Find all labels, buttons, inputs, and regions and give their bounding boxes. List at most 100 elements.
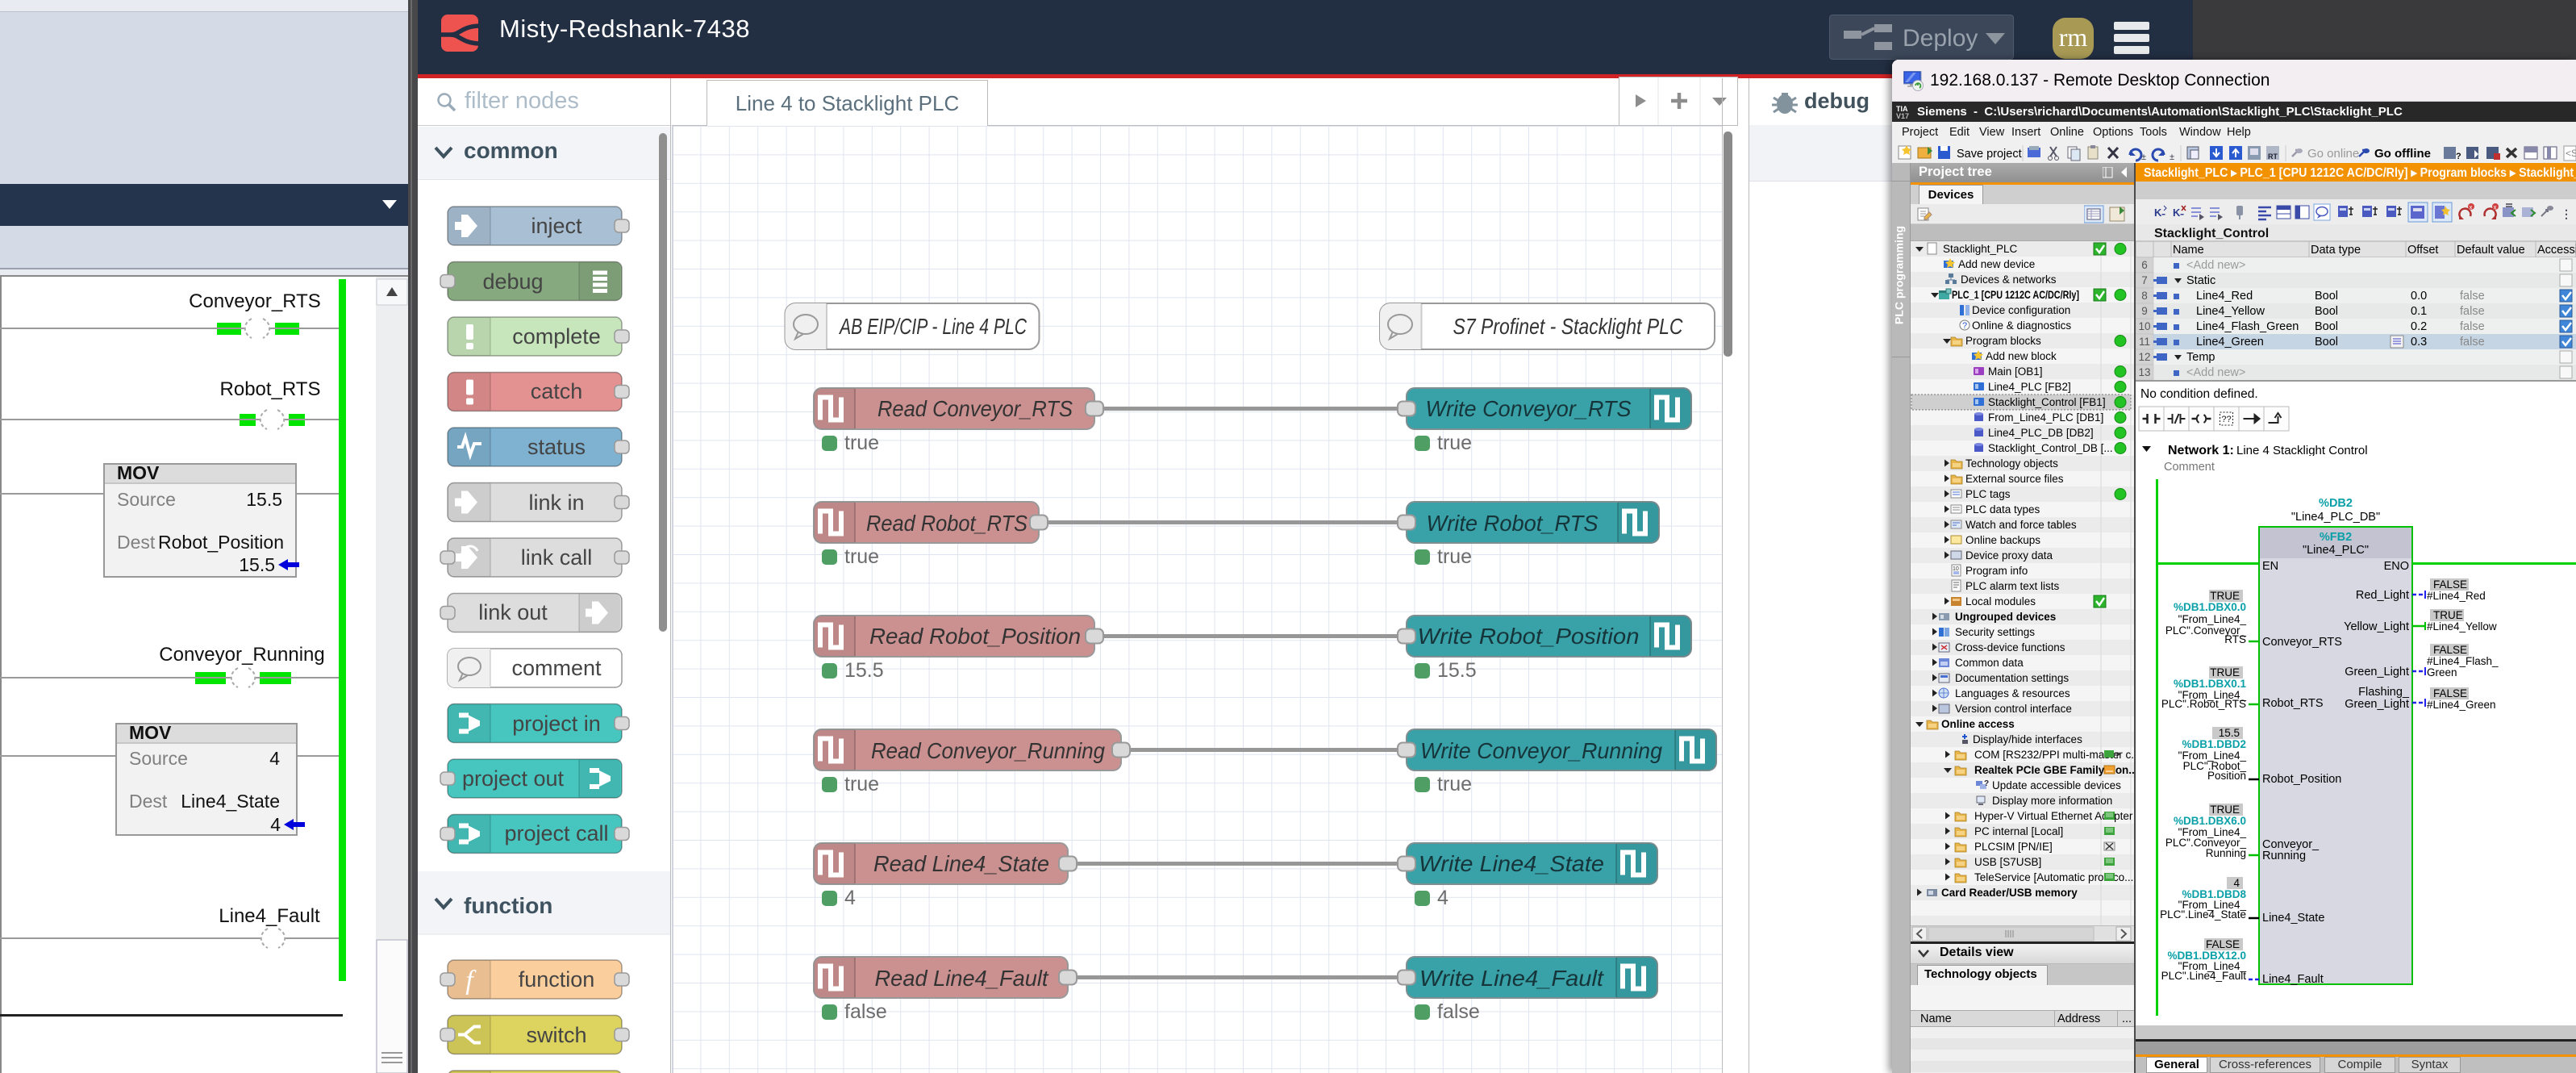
svg-text:Stacklight_Control_DB [...: Stacklight_Control_DB [... <box>1988 442 2113 454</box>
svg-text:RT: RT <box>2268 152 2278 161</box>
svg-text:Write Conveyor_RTS: Write Conveyor_RTS <box>1426 396 1632 421</box>
svg-text:Stacklight_PLC ▸ PLC_1 [CPU: Stacklight_PLC ▸ PLC_1 [CPU 1212C AC/DC/… <box>2144 166 2576 180</box>
svg-text:true: true <box>1437 432 1472 454</box>
svg-text:false: false <box>2460 336 2485 349</box>
svg-text:±: ± <box>2170 152 2174 162</box>
svg-text:Conveyor_Running: Conveyor_Running <box>159 644 324 666</box>
svg-text:Display more information: Display more information <box>1992 795 2112 807</box>
svg-text:Green_Light: Green_Light <box>2345 698 2409 711</box>
svg-text:ENO: ENO <box>2384 560 2409 573</box>
svg-text:project call: project call <box>504 821 608 845</box>
svg-text:K˗: K˗ <box>2173 207 2184 219</box>
svg-text:No condition defined.: No condition defined. <box>2140 387 2258 401</box>
svg-text:?: ? <box>1962 321 1967 331</box>
svg-text:Display/hide interfaces: Display/hide interfaces <box>1973 733 2082 745</box>
svg-text:MOV: MOV <box>129 722 172 743</box>
svg-text:15.5: 15.5 <box>239 554 275 575</box>
svg-text:Stacklight_PLC: Stacklight_PLC <box>1943 243 2018 255</box>
svg-text:FALSE: FALSE <box>2206 938 2240 950</box>
svg-text:Stacklight_Control: Stacklight_Control <box>2154 227 2269 240</box>
svg-text:link out: link out <box>478 600 548 624</box>
svg-text:7: 7 <box>2141 274 2148 286</box>
svg-text:Robot_RTS: Robot_RTS <box>2262 697 2324 710</box>
svg-text:V17: V17 <box>1896 112 1909 119</box>
svg-text:Read Robot_RTS: Read Robot_RTS <box>866 511 1027 536</box>
svg-text:%DB1.DBD2: %DB1.DBD2 <box>2182 738 2246 750</box>
svg-text:15.5: 15.5 <box>246 489 282 510</box>
svg-text:x: x <box>2494 204 2497 211</box>
svg-text:%FB2: %FB2 <box>2320 531 2352 544</box>
svg-text:"Line4_PLC_DB": "Line4_PLC_DB" <box>2291 511 2380 524</box>
svg-text:Bool: Bool <box>2315 336 2338 349</box>
svg-text:Local modules: Local modules <box>1965 595 2036 607</box>
svg-text:function: function <box>519 967 595 992</box>
svg-text:6: 6 <box>2141 259 2148 271</box>
svg-text:0.3: 0.3 <box>2411 336 2427 349</box>
svg-text:Devices & networks: Devices & networks <box>1961 273 2057 286</box>
svg-text:Green: Green <box>2427 666 2457 678</box>
svg-text:Line4_Flash_Green: Line4_Flash_Green <box>2196 320 2299 333</box>
svg-text:complete: complete <box>512 324 601 349</box>
svg-text:Bool: Bool <box>2315 305 2338 318</box>
svg-text:%DB1.DBX0.1: %DB1.DBX0.1 <box>2174 678 2247 690</box>
svg-text:<S: <S <box>2566 148 2576 159</box>
svg-text:Robot_RTS: Robot_RTS <box>220 378 321 400</box>
svg-text:Line4_PLC [FB2]: Line4_PLC [FB2] <box>1988 381 2071 393</box>
svg-text:TRUE: TRUE <box>2210 590 2240 602</box>
svg-text:9: 9 <box>2141 305 2148 317</box>
svg-text:Online access: Online access <box>1941 718 2015 730</box>
svg-text:Line4_Green: Line4_Green <box>2196 336 2264 349</box>
svg-text:link call: link call <box>521 545 593 570</box>
svg-text:PLCSIM [PN/IE]: PLCSIM [PN/IE] <box>1974 841 2053 853</box>
svg-text:<Add new>: <Add new> <box>2186 366 2245 379</box>
svg-text:Comment: Comment <box>2164 461 2215 474</box>
svg-text:Flashing_: Flashing_ <box>2358 686 2410 699</box>
svg-text:Write Line4_State: Write Line4_State <box>1419 851 1604 876</box>
svg-text:Card Reader/USB memory: Card Reader/USB memory <box>1941 887 2078 899</box>
svg-text:Line4_Fault: Line4_Fault <box>219 905 320 927</box>
svg-text:8: 8 <box>2141 290 2148 302</box>
svg-text:%DB2: %DB2 <box>2319 497 2353 510</box>
svg-text:Bool: Bool <box>2315 290 2338 303</box>
svg-text:Read Robot_Position: Read Robot_Position <box>869 624 1081 649</box>
svg-text:Watch and force tables: Watch and force tables <box>1965 519 2077 531</box>
svg-text:link in: link in <box>528 491 584 515</box>
svg-text:Robot_Position: Robot_Position <box>2262 773 2341 786</box>
svg-text:%DB1.DBX6.0: %DB1.DBX6.0 <box>2174 815 2246 827</box>
svg-text:Line4_Yellow: Line4_Yellow <box>2196 305 2265 318</box>
svg-text:project out: project out <box>462 766 565 791</box>
svg-text:true: true <box>844 432 879 454</box>
svg-text:%DB1.DBX0.0: %DB1.DBX0.0 <box>2174 601 2246 613</box>
svg-text:Save project: Save project <box>1957 148 2022 161</box>
svg-text:TRUE: TRUE <box>2210 804 2240 816</box>
svg-text:Offset: Offset <box>2407 244 2438 257</box>
svg-text:0.1: 0.1 <box>2411 305 2427 318</box>
svg-text:±: ± <box>2141 152 2146 162</box>
svg-text:Static: Static <box>2186 274 2215 287</box>
svg-text:"Line4_PLC": "Line4_PLC" <box>2303 544 2369 557</box>
svg-text:PLC_1 [CPU 1212C AC/DC/Rly]: PLC_1 [CPU 1212C AC/DC/Rly] <box>1952 289 2079 301</box>
svg-text:Online & diagnostics: Online & diagnostics <box>1972 319 2071 332</box>
svg-text:External source files: External source files <box>1965 473 2064 485</box>
svg-text:Common data: Common data <box>1955 657 2024 669</box>
svg-text:Data type: Data type <box>2311 244 2361 257</box>
svg-text:Read Line4_Fault: Read Line4_Fault <box>875 966 1049 991</box>
svg-text:13: 13 <box>2138 366 2150 378</box>
svg-text:4: 4 <box>1437 887 1448 909</box>
svg-text:status: status <box>527 435 586 459</box>
svg-text:Version control interface: Version control interface <box>1955 703 2072 715</box>
svg-text:Yellow_Light: Yellow_Light <box>2344 620 2409 633</box>
svg-text:Position: Position <box>2207 770 2246 782</box>
svg-text:Source: Source <box>129 748 188 769</box>
svg-text:AB EIP/CIP - Line 4 PLC: AB EIP/CIP - Line 4 PLC <box>838 314 1027 339</box>
svg-text:FALSE: FALSE <box>2433 644 2467 656</box>
svg-text:Go offline: Go offline <box>2374 147 2431 161</box>
svg-text:Robot_Position: Robot_Position <box>158 532 284 553</box>
svg-text:Conveyor_RTS: Conveyor_RTS <box>189 290 321 312</box>
svg-text:PLC".Line4_State: PLC".Line4_State <box>2160 908 2246 921</box>
svg-text:Name: Name <box>2173 244 2204 257</box>
svg-text:true: true <box>1437 773 1472 795</box>
svg-text:#Line4_Yellow: #Line4_Yellow <box>2427 620 2497 633</box>
svg-text:EN: EN <box>2262 560 2278 573</box>
svg-text:true: true <box>844 773 879 795</box>
